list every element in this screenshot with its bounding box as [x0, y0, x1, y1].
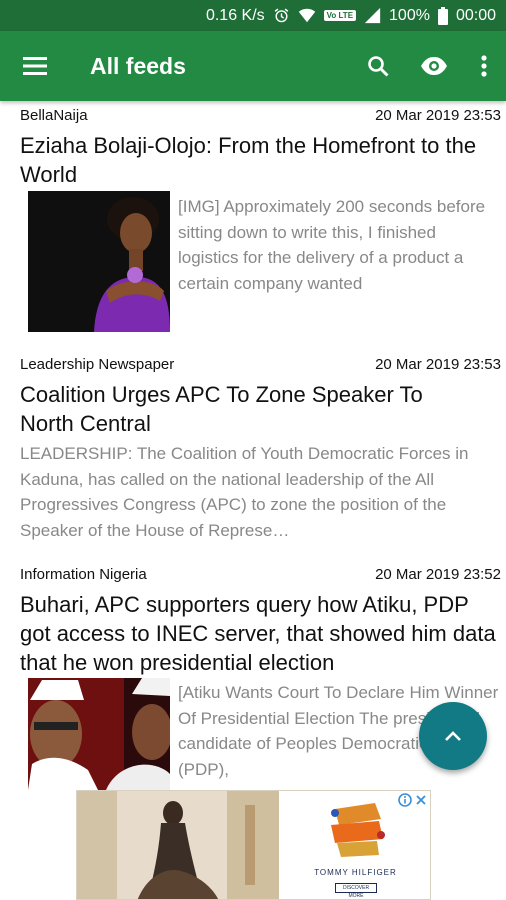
app-toolbar: All feeds: [0, 31, 506, 101]
alarm-icon: [273, 7, 290, 24]
ad-brand-text: TOMMY HILFIGER: [314, 868, 397, 877]
feed-snippet: LEADERSHIP: The Coalition of Youth Democ…: [20, 444, 469, 541]
feed-item[interactable]: BellaNaija 20 Mar 2019 23:53 Eziaha Bola…: [0, 107, 506, 347]
feed-date: 20 Mar 2019 23:53: [375, 107, 501, 124]
feed-title[interactable]: Coalition Urges APC To Zone Speaker To N…: [20, 380, 446, 438]
clock: 00:00: [455, 6, 496, 24]
wifi-icon: [298, 8, 316, 23]
feed-source: Leadership Newspaper: [20, 356, 175, 373]
feed-item[interactable]: Leadership Newspaper 20 Mar 2019 23:53 C…: [0, 356, 506, 556]
ad-choices-icon[interactable]: [398, 793, 412, 807]
more-vert-icon[interactable]: [462, 31, 506, 101]
status-bar: 0.16 K/s Vo LTE 100% 00:00: [0, 0, 506, 31]
feed-snippet: [IMG] Approximately 200 seconds before s…: [178, 197, 486, 294]
chevron-up-icon: [443, 729, 463, 743]
feed-thumbnail: [28, 678, 170, 790]
feed-source: Information Nigeria: [20, 566, 147, 583]
search-icon[interactable]: [350, 31, 406, 101]
ad-cta-button[interactable]: DISCOVER MORE: [335, 883, 377, 899]
network-speed: 0.16 K/s: [205, 6, 265, 24]
ad-panel: TOMMY HILFIGER DISCOVER MORE: [279, 791, 430, 899]
scroll-to-top-button[interactable]: [419, 702, 487, 770]
feed-list: BellaNaija 20 Mar 2019 23:53 Eziaha Bola…: [0, 101, 506, 790]
eye-icon[interactable]: [406, 31, 462, 101]
ad-image: [77, 791, 279, 899]
close-icon[interactable]: [414, 793, 428, 807]
hamburger-menu-icon[interactable]: [0, 31, 70, 101]
feed-source: BellaNaija: [20, 107, 88, 124]
signal-icon: [364, 7, 381, 24]
feed-date: 20 Mar 2019 23:52: [375, 566, 501, 583]
feed-title[interactable]: Buhari, APC supporters query how Atiku, …: [20, 590, 504, 677]
feed-date: 20 Mar 2019 23:53: [375, 356, 501, 373]
battery-percent: 100%: [389, 6, 430, 24]
volte-badge: Vo LTE: [323, 10, 357, 21]
feed-thumbnail: [28, 191, 170, 332]
ad-banner[interactable]: TOMMY HILFIGER DISCOVER MORE: [76, 790, 431, 900]
ad-choices[interactable]: [398, 793, 428, 807]
toolbar-title: All feeds: [90, 52, 186, 79]
battery-icon: [437, 6, 448, 25]
feed-title[interactable]: Eziaha Bolaji-Olojo: From the Homefront …: [20, 131, 504, 189]
